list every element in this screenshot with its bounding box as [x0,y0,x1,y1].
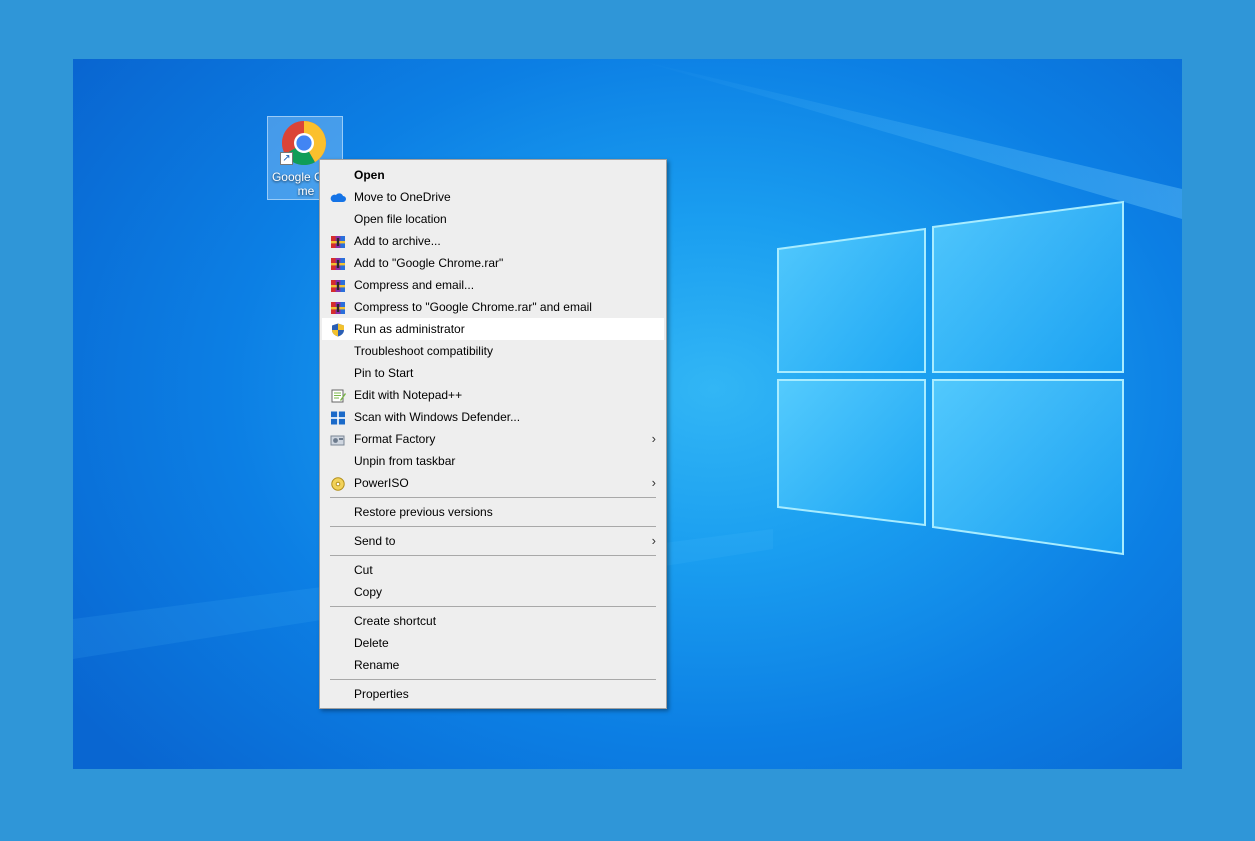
poweriso-icon [330,476,346,491]
menu-item-restore-previous-versions[interactable]: Restore previous versions [320,501,666,523]
menu-item-properties[interactable]: Properties [320,683,666,705]
context-menu: Open Move to OneDrive Open file location Ad… [319,159,667,709]
menu-item-format-factory[interactable]: Format Factory › [320,428,666,450]
menu-item-label: Send to [354,534,396,548]
menu-item-create-shortcut[interactable]: Create shortcut [320,610,666,632]
uac-shield-icon [330,322,346,337]
menu-item-open-file-location[interactable]: Open file location [320,208,666,230]
menu-item-label: Restore previous versions [354,505,493,519]
menu-item-label: Cut [354,563,373,577]
menu-item-open[interactable]: Open [320,164,666,186]
menu-item-delete[interactable]: Delete [320,632,666,654]
menu-item-label: Compress to "Google Chrome.rar" and emai… [354,300,592,314]
menu-item-label: Format Factory [354,432,436,446]
defender-icon [330,410,346,425]
menu-separator [330,497,656,498]
menu-item-label: Properties [354,687,409,701]
menu-item-edit-with-notepad[interactable]: Edit with Notepad++ [320,384,666,406]
winrar-icon [330,234,346,248]
onedrive-icon [330,190,346,204]
menu-item-label: Move to OneDrive [354,190,451,204]
menu-item-label: Edit with Notepad++ [354,388,463,402]
menu-item-label: Pin to Start [354,366,414,380]
menu-item-label: Add to "Google Chrome.rar" [354,256,504,270]
menu-separator [330,679,656,680]
menu-separator [330,555,656,556]
menu-item-label: Add to archive... [354,234,441,248]
format-factory-icon [330,432,346,446]
menu-item-move-to-onedrive[interactable]: Move to OneDrive [320,186,666,208]
chevron-right-icon: › [651,431,656,446]
menu-item-send-to[interactable]: Send to › [320,530,666,552]
winrar-icon [330,300,346,314]
menu-item-scan-with-windows-defender[interactable]: Scan with Windows Defender... [320,406,666,428]
menu-item-label: Create shortcut [354,614,437,628]
menu-item-label: Unpin from taskbar [354,454,456,468]
menu-item-troubleshoot-compatibility[interactable]: Troubleshoot compatibility [320,340,666,362]
chevron-right-icon: › [651,533,656,548]
chevron-right-icon: › [651,475,656,490]
winrar-icon [330,278,346,292]
menu-item-add-to-google-chrome-rar[interactable]: Add to "Google Chrome.rar" [320,252,666,274]
menu-item-copy[interactable]: Copy [320,581,666,603]
winrar-icon [330,256,346,270]
menu-item-label: PowerISO [354,476,409,490]
menu-item-run-as-administrator[interactable]: Run as administrator [322,318,664,340]
menu-item-label: Troubleshoot compatibility [354,344,493,358]
menu-item-compress-and-email[interactable]: Compress and email... [320,274,666,296]
menu-item-label: Compress and email... [354,278,475,292]
menu-item-label: Delete [354,636,389,650]
menu-item-unpin-from-taskbar[interactable]: Unpin from taskbar [320,450,666,472]
menu-separator [330,606,656,607]
shortcut-arrow-icon: ↗ [280,152,293,165]
menu-item-label: Run as administrator [354,322,465,336]
menu-item-label: Copy [354,585,383,599]
menu-item-compress-to-google-chrome-rar-and-email[interactable]: Compress to "Google Chrome.rar" and emai… [320,296,666,318]
menu-item-poweriso[interactable]: PowerISO › [320,472,666,494]
menu-item-pin-to-start[interactable]: Pin to Start [320,362,666,384]
menu-item-add-to-archive[interactable]: Add to archive... [320,230,666,252]
menu-item-cut[interactable]: Cut [320,559,666,581]
menu-item-label: Open file location [354,212,447,226]
menu-item-rename[interactable]: Rename [320,654,666,676]
menu-item-label: Open [354,168,385,182]
menu-item-label: Scan with Windows Defender... [354,410,521,424]
notepadpp-icon [330,388,346,403]
menu-separator [330,526,656,527]
menu-item-label: Rename [354,658,400,672]
